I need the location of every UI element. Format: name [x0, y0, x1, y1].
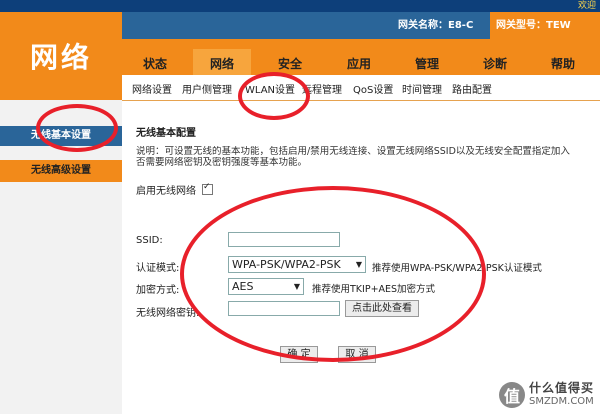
- annotation-circle-form: [180, 186, 486, 362]
- enable-wireless-row: 启用无线网络: [136, 182, 213, 197]
- logo: 网络: [0, 12, 122, 100]
- sidebar: [0, 100, 122, 414]
- auth-mode-hint: 推荐使用WPA-PSK/WPA2-PSK认证模式: [372, 263, 542, 274]
- subtab-user-side[interactable]: 用户侧管理: [182, 81, 232, 96]
- gateway-model: 网关型号：TEW: [490, 12, 600, 39]
- watermark: 值 什么值得买 SMZDM.COM: [498, 381, 594, 408]
- subtab-time[interactable]: 时间管理: [402, 81, 442, 96]
- cancel-button[interactable]: 取 消: [338, 346, 376, 363]
- tab-security[interactable]: 安全: [261, 53, 319, 75]
- ssid-label: SSID:: [136, 235, 163, 246]
- gateway-name: 网关名称：E8-C: [398, 20, 474, 31]
- subtab-qos[interactable]: QoS设置: [353, 81, 393, 96]
- wireless-key-label: 无线网络密钥:: [136, 308, 200, 319]
- tab-management[interactable]: 管理: [398, 53, 456, 75]
- wireless-key-input[interactable]: [228, 301, 340, 316]
- tab-diagnostics[interactable]: 诊断: [466, 53, 524, 75]
- auth-mode-select[interactable]: WPA-PSK/WPA2-PSK ▼: [228, 256, 366, 273]
- ssid-input[interactable]: [228, 232, 340, 247]
- chevron-down-icon: ▼: [355, 260, 362, 269]
- enable-wireless-label: 启用无线网络: [136, 186, 196, 197]
- subtab-route[interactable]: 路由配置: [452, 81, 492, 96]
- encryption-select[interactable]: AES ▼: [228, 278, 304, 295]
- info-bar: 网关名称：E8-C 网关型号：TEW: [122, 12, 600, 39]
- encryption-label: 加密方式:: [136, 285, 180, 296]
- tab-network[interactable]: 网络: [193, 49, 251, 75]
- description: 说明：可设置无线的基本功能，包括启用/禁用无线连接、设置无线网络SSID以及无线…: [136, 146, 600, 168]
- subtab-remote[interactable]: 远程管理: [302, 81, 342, 96]
- main-nav: 状态 网络 安全 应用 管理 诊断 帮助: [122, 39, 600, 75]
- encryption-value: AES: [232, 280, 254, 293]
- sidebar-item-advanced[interactable]: 无线高级设置: [0, 160, 122, 182]
- chevron-down-icon: ▼: [293, 282, 300, 291]
- auth-mode-value: WPA-PSK/WPA2-PSK: [232, 258, 341, 271]
- tab-status[interactable]: 状态: [126, 53, 184, 75]
- description-line-2: 否需要网络密钥及密钥强度等基本功能。: [136, 157, 308, 168]
- tab-help[interactable]: 帮助: [534, 53, 592, 75]
- watermark-text-en: SMZDM.COM: [528, 396, 594, 407]
- auth-mode-label: 认证模式:: [136, 263, 180, 274]
- description-line-1: 说明：可设置无线的基本功能，包括启用/禁用无线连接、设置无线网络SSID以及无线…: [136, 146, 570, 157]
- view-key-button[interactable]: 点击此处查看: [345, 300, 419, 317]
- tab-apps[interactable]: 应用: [330, 53, 388, 75]
- welcome-text: 欢迎: [577, 1, 596, 11]
- sub-nav: 网络设置 用户侧管理 WLAN设置 远程管理 QoS设置 时间管理 路由配置: [122, 75, 600, 101]
- watermark-logo-icon: 值: [498, 382, 525, 408]
- enable-wireless-checkbox[interactable]: [202, 182, 213, 195]
- sidebar-item-basic[interactable]: 无线基本设置: [0, 126, 122, 146]
- top-bar: 欢迎: [0, 0, 600, 12]
- section-title: 无线基本配置: [136, 128, 196, 139]
- ok-button[interactable]: 确 定: [280, 346, 318, 363]
- subtab-wlan[interactable]: WLAN设置: [245, 81, 295, 96]
- encryption-hint: 推荐使用TKIP+AES加密方式: [312, 284, 436, 295]
- subtab-network-settings[interactable]: 网络设置: [132, 81, 172, 96]
- watermark-text-cn: 什么值得买: [528, 381, 594, 395]
